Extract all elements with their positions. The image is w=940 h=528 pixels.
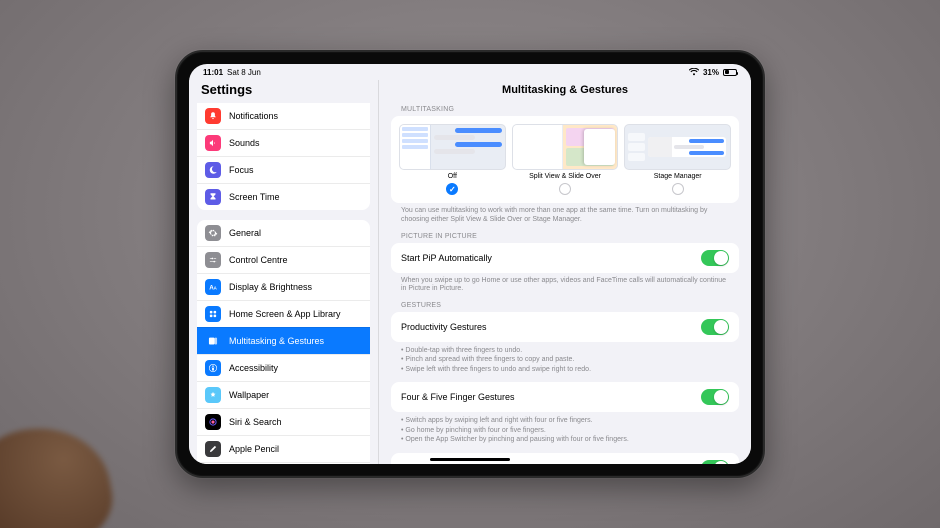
mode-split-preview bbox=[512, 124, 619, 170]
shake-label: Shake to Undo bbox=[401, 463, 461, 464]
section-header-gestures: GESTURES bbox=[401, 302, 729, 309]
bullet: Open the App Switcher by pinching and pa… bbox=[401, 435, 729, 444]
sidebar-group-2: General Control Centre AA Display & Brig… bbox=[197, 220, 370, 464]
pip-footer: When you swipe up to go Home or use othe… bbox=[401, 277, 729, 295]
battery-icon bbox=[723, 69, 737, 76]
speaker-icon bbox=[205, 135, 221, 151]
sidebar-item-label: Apple Pencil bbox=[229, 444, 279, 454]
sidebar-item-home-screen[interactable]: Home Screen & App Library bbox=[197, 300, 370, 327]
bullet: Double-tap with three fingers to undo. bbox=[401, 346, 729, 355]
productivity-label: Productivity Gestures bbox=[401, 322, 487, 332]
mode-label: Split View & Slide Over bbox=[529, 173, 601, 180]
productivity-bullets: Double-tap with three fingers to undo. P… bbox=[401, 346, 729, 374]
sidebar-item-label: Wallpaper bbox=[229, 390, 269, 400]
sidebar-item-face-id[interactable]: Face ID & Passcode bbox=[197, 462, 370, 464]
siri-icon bbox=[205, 414, 221, 430]
four-five-card: Four & Five Finger Gestures bbox=[391, 382, 739, 412]
ipad-device: 11:01 Sat 8 Jun 31% Settings bbox=[175, 50, 765, 478]
section-header-multitasking: MULTITASKING bbox=[401, 106, 729, 113]
status-bar: 11:01 Sat 8 Jun 31% bbox=[189, 64, 751, 80]
sidebar-title: Settings bbox=[189, 80, 378, 103]
wallpaper-icon bbox=[205, 387, 221, 403]
four-five-bullets: Switch apps by swiping left and right wi… bbox=[401, 416, 729, 444]
mode-stage-preview bbox=[624, 124, 731, 170]
sidebar-item-label: Accessibility bbox=[229, 363, 278, 373]
wifi-icon bbox=[689, 68, 699, 76]
pip-toggle[interactable] bbox=[701, 250, 729, 266]
bullet: Go home by pinching with four or five fi… bbox=[401, 426, 729, 435]
sidebar-item-control-centre[interactable]: Control Centre bbox=[197, 246, 370, 273]
sidebar-item-wallpaper[interactable]: Wallpaper bbox=[197, 381, 370, 408]
sidebar-item-sounds[interactable]: Sounds bbox=[197, 129, 370, 156]
gear-icon bbox=[205, 225, 221, 241]
status-time: 11:01 bbox=[203, 68, 223, 77]
mode-split-view[interactable]: Split View & Slide Over bbox=[512, 124, 619, 195]
sidebar-item-accessibility[interactable]: Accessibility bbox=[197, 354, 370, 381]
multitasking-footer: You can use multitasking to work with mo… bbox=[401, 207, 729, 225]
screen: 11:01 Sat 8 Jun 31% Settings bbox=[189, 64, 751, 464]
radio-selected[interactable] bbox=[446, 183, 458, 195]
text-size-icon: AA bbox=[205, 279, 221, 295]
sidebar: Settings Notifications Sounds bbox=[189, 80, 379, 464]
sidebar-item-label: Control Centre bbox=[229, 255, 288, 265]
pip-card: Start PiP Automatically bbox=[391, 243, 739, 273]
sidebar-item-display[interactable]: AA Display & Brightness bbox=[197, 273, 370, 300]
mode-stage-manager[interactable]: Stage Manager bbox=[624, 124, 731, 195]
bullet: Switch apps by swiping left and right wi… bbox=[401, 416, 729, 425]
page-title: Multitasking & Gestures bbox=[379, 80, 751, 102]
sidebar-item-label: Multitasking & Gestures bbox=[229, 336, 324, 346]
sidebar-item-general[interactable]: General bbox=[197, 220, 370, 246]
productivity-row[interactable]: Productivity Gestures bbox=[391, 312, 739, 342]
sidebar-item-label: Notifications bbox=[229, 111, 278, 121]
sidebar-item-multitasking[interactable]: Multitasking & Gestures bbox=[197, 327, 370, 354]
sliders-icon bbox=[205, 252, 221, 268]
section-header-pip: PICTURE IN PICTURE bbox=[401, 233, 729, 240]
detail-pane: Multitasking & Gestures MULTITASKING Off bbox=[379, 80, 751, 464]
status-date: Sat 8 Jun bbox=[227, 68, 261, 77]
four-five-row[interactable]: Four & Five Finger Gestures bbox=[391, 382, 739, 412]
bullet: Pinch and spread with three fingers to c… bbox=[401, 355, 729, 364]
sidebar-item-label: Home Screen & App Library bbox=[229, 309, 341, 319]
shake-toggle[interactable] bbox=[701, 460, 729, 464]
sidebar-item-apple-pencil[interactable]: Apple Pencil bbox=[197, 435, 370, 462]
pip-label: Start PiP Automatically bbox=[401, 253, 492, 263]
hand bbox=[0, 417, 119, 528]
sidebar-item-siri[interactable]: Siri & Search bbox=[197, 408, 370, 435]
mode-off[interactable]: Off bbox=[399, 124, 506, 195]
sidebar-item-label: Sounds bbox=[229, 138, 260, 148]
sidebar-group-1: Notifications Sounds Focus bbox=[197, 103, 370, 210]
sidebar-item-label: Display & Brightness bbox=[229, 282, 312, 292]
sidebar-item-label: Focus bbox=[229, 165, 254, 175]
multitasking-mode-card: Off Split View & Slide Over bbox=[391, 116, 739, 203]
radio-unselected[interactable] bbox=[672, 183, 684, 195]
multitasking-icon bbox=[205, 333, 221, 349]
productivity-toggle[interactable] bbox=[701, 319, 729, 335]
bell-icon bbox=[205, 108, 221, 124]
four-five-toggle[interactable] bbox=[701, 389, 729, 405]
radio-unselected[interactable] bbox=[559, 183, 571, 195]
mode-off-preview bbox=[399, 124, 506, 170]
grid-icon bbox=[205, 306, 221, 322]
sidebar-item-screen-time[interactable]: Screen Time bbox=[197, 183, 370, 210]
sidebar-item-label: Siri & Search bbox=[229, 417, 282, 427]
sidebar-item-notifications[interactable]: Notifications bbox=[197, 103, 370, 129]
mode-label: Off bbox=[448, 173, 457, 180]
svg-text:A: A bbox=[214, 286, 218, 291]
four-five-label: Four & Five Finger Gestures bbox=[401, 392, 515, 402]
mode-label: Stage Manager bbox=[654, 173, 702, 180]
productivity-card: Productivity Gestures bbox=[391, 312, 739, 342]
home-indicator[interactable] bbox=[430, 458, 510, 461]
sidebar-item-label: Screen Time bbox=[229, 192, 280, 202]
sidebar-item-label: General bbox=[229, 228, 261, 238]
sidebar-item-focus[interactable]: Focus bbox=[197, 156, 370, 183]
pencil-icon bbox=[205, 441, 221, 457]
hourglass-icon bbox=[205, 189, 221, 205]
battery-percentage: 31% bbox=[703, 68, 719, 77]
pip-row[interactable]: Start PiP Automatically bbox=[391, 243, 739, 273]
bullet: Swipe left with three fingers to undo an… bbox=[401, 365, 729, 374]
accessibility-icon bbox=[205, 360, 221, 376]
moon-icon bbox=[205, 162, 221, 178]
